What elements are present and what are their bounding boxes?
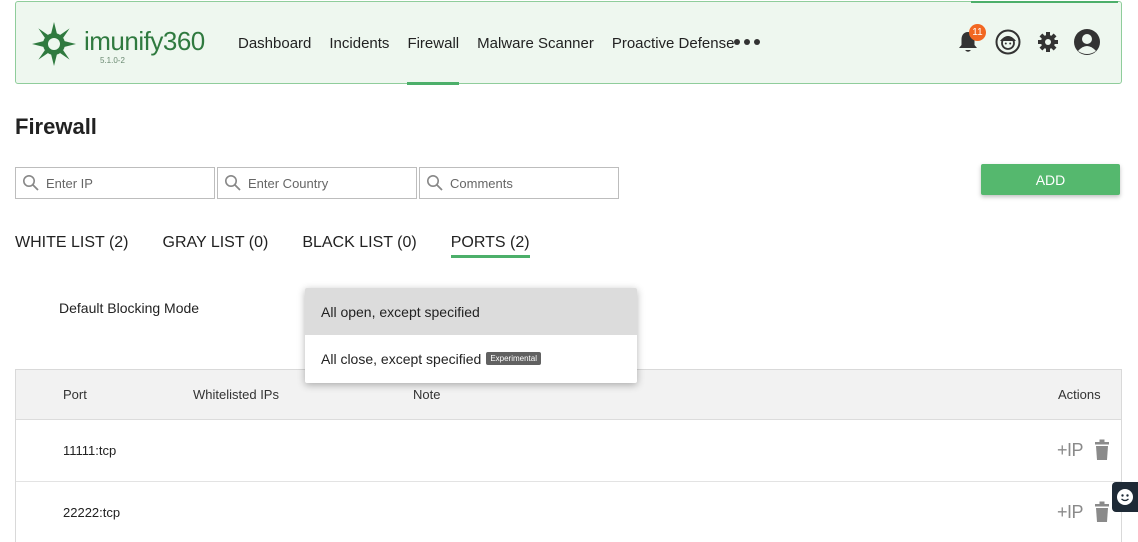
add-button[interactable]: ADD xyxy=(981,164,1120,195)
country-filter xyxy=(217,167,417,199)
column-header-note[interactable]: Note xyxy=(413,387,440,402)
nav-firewall[interactable]: Firewall xyxy=(398,2,468,85)
search-icon xyxy=(420,168,450,198)
column-header-whitelisted-ips[interactable]: Whitelisted IPs xyxy=(193,387,279,402)
top-header: imunify360 5.1.0-2 Dashboard Incidents F… xyxy=(15,1,1122,85)
chat-widget-button[interactable] xyxy=(1112,482,1138,512)
column-header-actions: Actions xyxy=(1058,387,1101,402)
settings-button[interactable] xyxy=(1034,28,1062,56)
nav-proactive-defense[interactable]: Proactive Defense xyxy=(603,2,744,85)
version-label: 5.1.0-2 xyxy=(100,56,125,65)
add-ip-button[interactable]: +IP xyxy=(1057,502,1084,523)
experimental-badge: Experimental xyxy=(486,352,541,365)
add-ip-button[interactable]: +IP xyxy=(1057,440,1084,461)
logo-star-icon xyxy=(32,22,76,66)
ip-search-input[interactable] xyxy=(46,175,206,191)
user-menu-button[interactable] xyxy=(1073,28,1101,56)
comments-filter xyxy=(419,167,619,199)
imunify-logo[interactable]: imunify360 5.1.0-2 xyxy=(30,20,220,68)
user-avatar-icon xyxy=(1074,29,1100,55)
page-title: Firewall xyxy=(15,114,97,139)
port-cell: 11111:tcp xyxy=(63,443,117,458)
nav-dashboard[interactable]: Dashboard xyxy=(229,2,320,85)
table-row[interactable]: 11111:tcp +IP xyxy=(16,420,1121,482)
port-cell: 22222:tcp xyxy=(63,505,121,520)
nav-malware-scanner[interactable]: Malware Scanner xyxy=(468,2,603,85)
search-icon xyxy=(16,168,46,198)
country-search-input[interactable] xyxy=(248,175,408,191)
tab-black-list[interactable]: BLACK LIST (0) xyxy=(302,232,416,260)
option-label: All close, except specified xyxy=(321,350,482,367)
ports-table: Port Whitelisted IPs Note Actions 11111:… xyxy=(15,369,1122,542)
comments-search-input[interactable] xyxy=(450,175,610,191)
chat-bot-icon xyxy=(1117,489,1133,505)
default-blocking-mode-label: Default Blocking Mode xyxy=(59,300,200,316)
ip-filter xyxy=(15,167,215,199)
table-row[interactable]: 22222:tcp +IP xyxy=(16,482,1121,542)
option-label: All open, except specified xyxy=(321,303,480,320)
blocking-mode-dropdown: All open, except specified All close, ex… xyxy=(305,288,637,383)
tab-gray-list[interactable]: GRAY LIST (0) xyxy=(163,232,269,260)
brand-name-prefix: imunify xyxy=(84,26,163,56)
trash-icon[interactable] xyxy=(1093,439,1111,461)
notifications-button[interactable]: 11 xyxy=(954,24,986,56)
option-all-open[interactable]: All open, except specified xyxy=(305,288,637,335)
main-nav: Dashboard Incidents Firewall Malware Sca… xyxy=(229,2,743,85)
header-accent-line xyxy=(971,1,1118,3)
support-agent-icon xyxy=(995,29,1021,55)
trash-icon[interactable] xyxy=(1093,501,1111,523)
list-tabs: WHITE LIST (2) GRAY LIST (0) BLACK LIST … xyxy=(15,232,564,260)
nav-incidents[interactable]: Incidents xyxy=(320,2,398,85)
gear-icon xyxy=(1038,32,1058,52)
search-icon xyxy=(218,168,248,198)
column-header-port[interactable]: Port xyxy=(63,387,87,402)
tab-white-list[interactable]: WHITE LIST (2) xyxy=(15,232,129,260)
more-dots-icon[interactable] xyxy=(734,37,760,47)
support-button[interactable] xyxy=(994,28,1022,56)
tab-ports[interactable]: PORTS (2) xyxy=(450,232,530,260)
brand-name: imunify360 xyxy=(84,26,205,57)
brand-name-suffix: 360 xyxy=(162,26,205,56)
option-all-close[interactable]: All close, except specified Experimental xyxy=(305,335,637,382)
notification-count-badge: 11 xyxy=(969,24,986,41)
